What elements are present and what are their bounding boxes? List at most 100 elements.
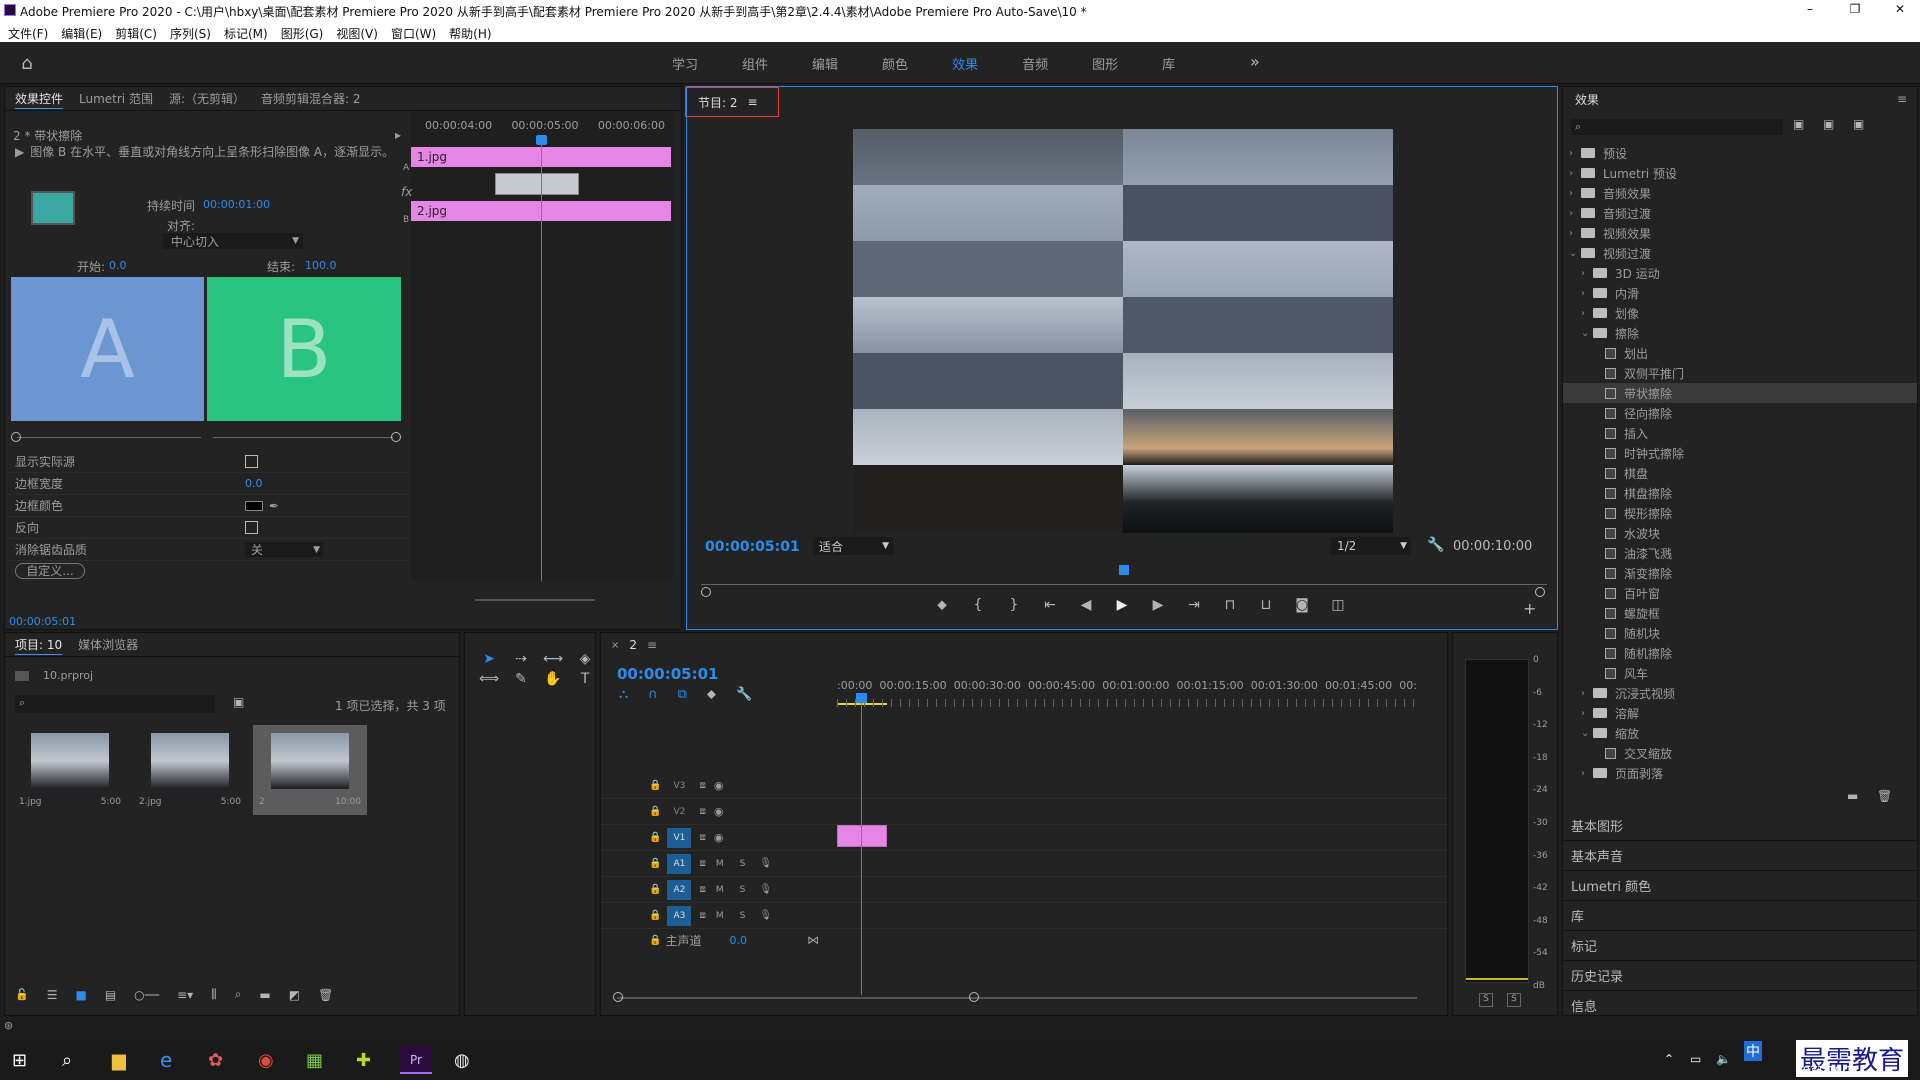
lock-icon[interactable]: 🔒 <box>649 832 661 843</box>
chevron-right-icon[interactable]: › <box>1581 688 1593 699</box>
chevron-right-icon[interactable]: › <box>1581 708 1593 719</box>
timeline-playhead[interactable] <box>861 695 862 995</box>
edge-icon[interactable]: e <box>160 1048 172 1072</box>
master-value[interactable]: 0.0 <box>729 934 747 947</box>
menu-item[interactable]: 视图(V) <box>336 25 378 42</box>
effects-tree-item[interactable]: 棋盘擦除 <box>1563 483 1917 503</box>
collapsed-panel-section[interactable]: Lumetri 颜色 <box>1563 871 1917 901</box>
search-icon[interactable]: ⌕ <box>62 1050 72 1071</box>
pen-tool-icon[interactable]: ✎ <box>507 671 535 687</box>
effects-tree-item[interactable]: › 视频效果 <box>1563 223 1917 243</box>
step-forward-icon[interactable]: ▶ <box>1147 597 1169 613</box>
add-marker-icon[interactable]: ⬥ <box>707 687 716 702</box>
program-tab[interactable]: 节目: 2 ≡ <box>685 87 779 117</box>
mute-button[interactable]: M <box>716 859 724 869</box>
chevron-right-icon[interactable]: › <box>1569 168 1581 179</box>
effects-tree-item[interactable]: › 划像 <box>1563 303 1917 323</box>
solo-button[interactable]: S <box>740 885 746 895</box>
nest-icon[interactable]: ⛬ <box>619 687 628 702</box>
go-to-in-icon[interactable]: ⇤ <box>1039 597 1061 613</box>
chevron-right-icon[interactable]: › <box>1569 208 1581 219</box>
lock-icon[interactable]: 🔒 <box>649 910 661 921</box>
linked-selection-icon[interactable]: ⧉ <box>678 687 687 702</box>
track-target[interactable]: A3 <box>667 905 692 926</box>
effects-tree-item[interactable]: 螺旋框 <box>1563 603 1917 623</box>
project-tab[interactable]: 项目: 10 <box>15 636 62 653</box>
eyedropper-icon[interactable]: ✒ <box>269 499 279 513</box>
home-icon[interactable]: ⌂ <box>16 52 38 74</box>
mic-icon[interactable]: 🎙 <box>759 884 772 895</box>
effects-tree-item[interactable]: 双侧平推门 <box>1563 363 1917 383</box>
program-playhead-handle[interactable] <box>1119 565 1129 575</box>
lock-icon[interactable]: 🔓 <box>15 988 29 1001</box>
effects-tree-item[interactable]: ⌄ 视频过渡 <box>1563 243 1917 263</box>
hand-tool-icon[interactable]: ✋ <box>539 671 567 687</box>
mark-in-icon[interactable]: { <box>967 597 989 613</box>
start-slider-handle[interactable] <box>11 432 21 442</box>
list-view-icon[interactable]: ☰ <box>47 988 58 1002</box>
color-swatch[interactable] <box>245 500 263 511</box>
workspace-tab[interactable]: 组件 <box>742 54 768 73</box>
ec-timecode[interactable]: 00:00:05:01 <box>9 615 76 628</box>
lock-icon[interactable]: 🔒 <box>649 884 661 895</box>
project-item[interactable]: 2.jpg 5:00 <box>133 725 247 815</box>
scrub-end-handle[interactable] <box>1535 587 1545 597</box>
workspace-tab[interactable]: 库 <box>1162 54 1175 73</box>
network-icon[interactable]: ▭ <box>1690 1052 1701 1066</box>
transition-bar[interactable] <box>495 173 579 195</box>
effects-tree-item[interactable]: 风车 <box>1563 663 1917 683</box>
mute-button[interactable]: M <box>716 885 724 895</box>
effects-tree-item[interactable]: 楔形擦除 <box>1563 503 1917 523</box>
effects-tree-item[interactable]: ⌄ 擦除 <box>1563 323 1917 343</box>
timeline-timecode[interactable]: 00:00:05:01 <box>617 665 719 683</box>
32bit-effects-icon[interactable]: ▣ <box>1823 117 1834 131</box>
menu-item[interactable]: 窗口(W) <box>391 25 436 42</box>
store-icon[interactable]: ▦ <box>306 1050 323 1071</box>
align-dropdown[interactable]: 中心切入 ▼ <box>163 233 303 249</box>
icon-view-icon[interactable]: ■ <box>75 988 86 1002</box>
slip-tool-icon[interactable]: ⟺ <box>475 671 503 687</box>
chevron-right-icon[interactable]: › <box>1569 188 1581 199</box>
mic-icon[interactable]: 🎙 <box>759 858 772 869</box>
end-slider-handle[interactable] <box>391 432 401 442</box>
effects-tree-item[interactable]: 时钟式擦除 <box>1563 443 1917 463</box>
workspace-tab[interactable]: 颜色 <box>882 54 908 73</box>
effects-tree-item[interactable]: › 音频过渡 <box>1563 203 1917 223</box>
end-slider[interactable] <box>213 437 393 438</box>
solo-button[interactable]: S <box>740 859 746 869</box>
effects-tree-item[interactable]: › 页面剥落 <box>1563 763 1917 783</box>
workspace-tab[interactable]: 编辑 <box>812 54 838 73</box>
effects-tree-item[interactable]: 水波块 <box>1563 523 1917 543</box>
ec-scrollbar[interactable] <box>475 599 595 601</box>
end-value[interactable]: 100.0 <box>305 259 337 272</box>
lock-icon[interactable]: 🔒 <box>649 806 661 817</box>
effects-tree-item[interactable]: 交叉缩放 <box>1563 743 1917 763</box>
project-search-input[interactable]: ⌕ <box>15 695 215 713</box>
property-value[interactable]: 0.0 <box>245 477 263 490</box>
lock-icon[interactable]: 🔒 <box>649 780 661 791</box>
scroll-right-handle[interactable] <box>969 992 979 1002</box>
settings-wrench-icon[interactable]: 🔧 <box>736 687 752 702</box>
play-icon[interactable]: ▶ <box>1111 597 1133 613</box>
chevron-right-icon[interactable]: › <box>1569 148 1581 159</box>
new-bin-icon[interactable]: ▬ <box>1847 789 1858 803</box>
sort-icon[interactable]: ≡▾ <box>177 988 193 1002</box>
chevron-right-icon[interactable]: › <box>1581 268 1593 279</box>
track-target[interactable]: V3 <box>667 776 691 796</box>
automate-icon[interactable]: ⫼ <box>211 987 217 1002</box>
sync-lock-icon[interactable]: ⧈ <box>699 884 705 895</box>
sync-lock-icon[interactable]: ⧈ <box>699 806 705 817</box>
lock-icon[interactable]: 🔒 <box>649 858 661 869</box>
scrub-start-handle[interactable] <box>701 587 711 597</box>
start-slider[interactable] <box>17 437 201 438</box>
freeform-view-icon[interactable]: ▤ <box>105 988 116 1002</box>
menu-item[interactable]: 编辑(E) <box>61 25 102 42</box>
workspace-tab[interactable]: 学习 <box>672 54 698 73</box>
new-bin-icon[interactable]: ▬ <box>259 988 270 1002</box>
chevron-right-icon[interactable]: › <box>1581 768 1593 779</box>
timeline-playhead-handle[interactable] <box>856 693 867 703</box>
lock-icon[interactable]: 🔒 <box>649 935 661 946</box>
menu-item[interactable]: 图形(G) <box>281 25 324 42</box>
collapsed-panel-section[interactable]: 基本声音 <box>1563 841 1917 871</box>
fit-dropdown[interactable]: 适合 ▼ <box>813 537 893 555</box>
